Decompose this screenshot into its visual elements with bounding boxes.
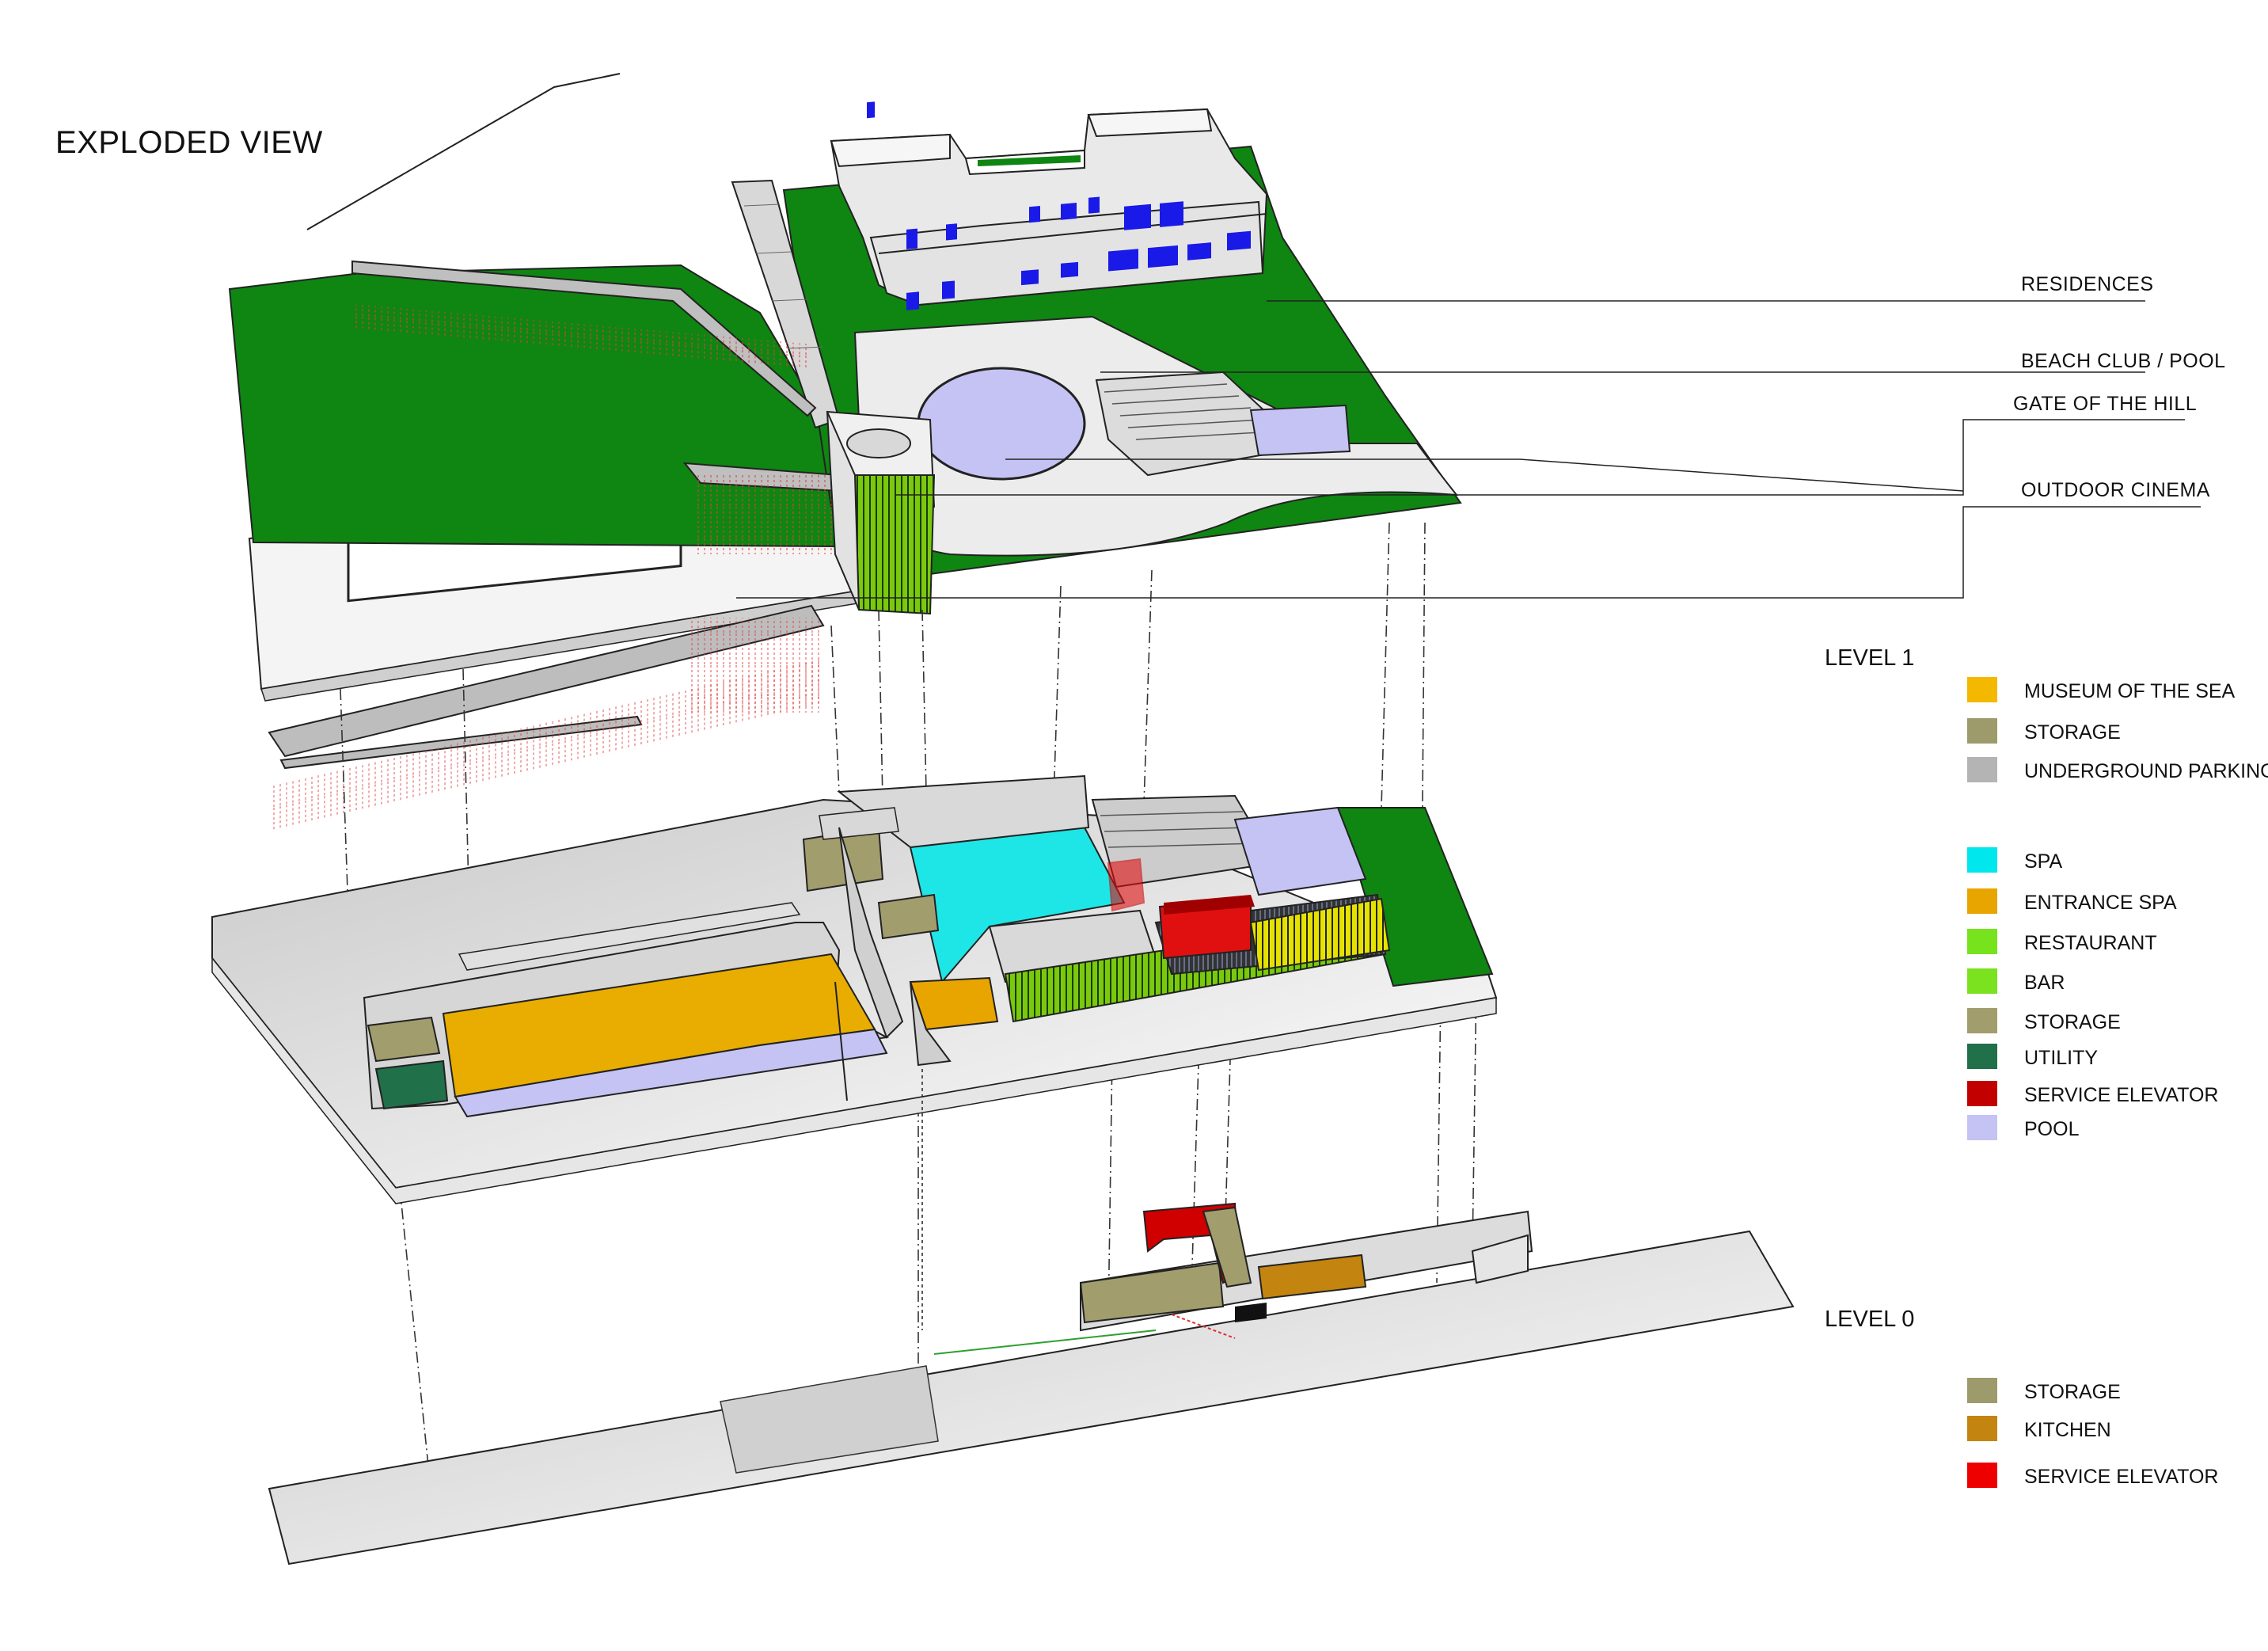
swatch-service-elevator bbox=[1967, 1463, 1997, 1488]
legend-label: BAR bbox=[2024, 972, 2065, 994]
swatch-kitchen bbox=[1967, 1416, 1997, 1441]
legend-label: SERVICE ELEVATOR bbox=[2024, 1084, 2219, 1106]
swatch-utility bbox=[1967, 1044, 1997, 1069]
page-title: EXPLODED VIEW bbox=[55, 125, 323, 160]
callout-outdoor-cinema: OUTDOOR CINEMA bbox=[2021, 479, 2210, 501]
legend-label: UNDERGROUND PARKING bbox=[2024, 760, 2268, 782]
legend-label: SERVICE ELEVATOR bbox=[2024, 1466, 2219, 1488]
residences-building bbox=[830, 101, 1268, 310]
legend-label: ENTRANCE SPA bbox=[2024, 892, 2177, 914]
exploded-axonometric-drawing bbox=[211, 73, 2201, 1565]
swatch-storage bbox=[1967, 1378, 1997, 1403]
legend-label: STORAGE bbox=[2024, 1011, 2121, 1033]
legend-label: UTILITY bbox=[2024, 1047, 2099, 1069]
swatch-service-elevator bbox=[1967, 1081, 1997, 1106]
legend-level-0-title: LEVEL 0 bbox=[1825, 1307, 1915, 1332]
callout-beach-club-pool: BEACH CLUB / POOL bbox=[2021, 350, 2226, 372]
legend-label: STORAGE bbox=[2024, 1381, 2121, 1403]
legend-label: STORAGE bbox=[2024, 721, 2121, 744]
swatch-museum-of-the-sea bbox=[1967, 677, 1997, 702]
legend-level-1-title: LEVEL 1 bbox=[1825, 645, 1915, 671]
legend-label: SPA bbox=[2024, 850, 2063, 873]
swatch-restaurant bbox=[1967, 929, 1997, 954]
swatch-spa bbox=[1967, 847, 1997, 873]
swatch-entrance-spa bbox=[1967, 888, 1997, 914]
swatch-pool bbox=[1967, 1115, 1997, 1140]
swatch-bar bbox=[1967, 968, 1997, 994]
upper-level-garden bbox=[228, 73, 1462, 832]
swatch-underground-parking bbox=[1967, 757, 1997, 782]
legend-label: POOL bbox=[2024, 1118, 2080, 1140]
swatch-storage bbox=[1967, 1008, 1997, 1033]
callout-gate-of-the-hill: GATE OF THE HILL bbox=[2013, 393, 2198, 415]
callout-residences: RESIDENCES bbox=[2021, 273, 2154, 295]
swatch-storage bbox=[1967, 718, 1997, 744]
legend-label: MUSEUM OF THE SEA bbox=[2024, 680, 2236, 702]
legend-label: RESTAURANT bbox=[2024, 932, 2157, 954]
legend-label: KITCHEN bbox=[2024, 1419, 2111, 1441]
beach-club-pool-shape bbox=[917, 367, 1086, 481]
level-0-plan bbox=[268, 1202, 1795, 1565]
